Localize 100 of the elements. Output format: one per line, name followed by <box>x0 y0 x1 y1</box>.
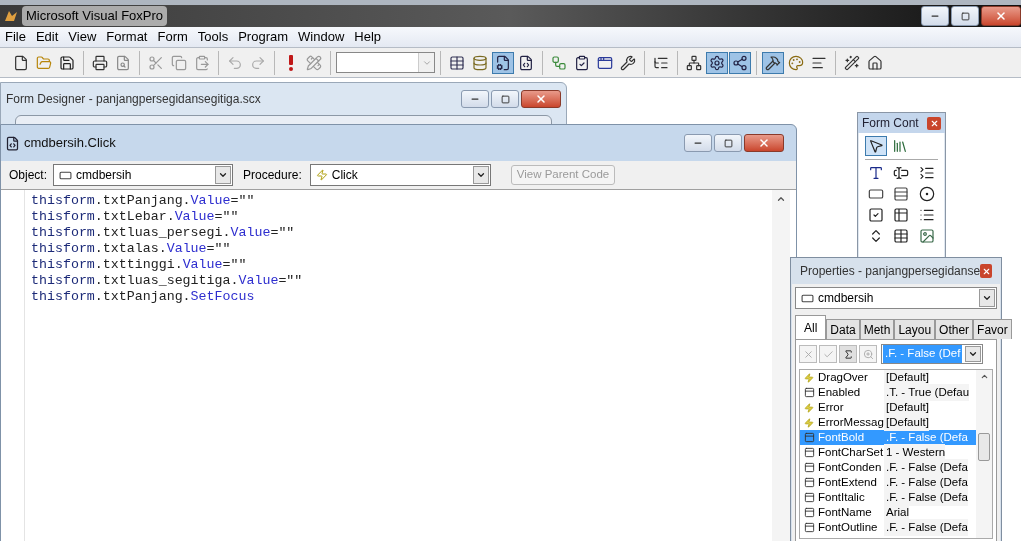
scrollbar[interactable] <box>772 190 790 541</box>
scroll-up-icon <box>776 194 786 204</box>
command-button-icon <box>868 186 884 202</box>
property-icon <box>803 387 815 398</box>
ruler-pencil-icon <box>306 54 322 71</box>
window-title: Microsoft Visual FoxPro <box>22 6 168 26</box>
close-button[interactable] <box>744 134 784 152</box>
diagram-icon <box>551 54 567 71</box>
fox-icon <box>4 9 18 23</box>
toolbar-button[interactable] <box>762 51 784 74</box>
toolbar-button[interactable] <box>706 51 728 74</box>
tab[interactable]: All <box>795 315 827 339</box>
window-title: Properties - panjangpersegidanse <box>800 263 981 280</box>
code-document-icon <box>5 135 20 151</box>
maximize-icon <box>723 138 733 148</box>
lightning-icon <box>804 402 814 413</box>
scroll-thumb[interactable] <box>978 433 990 461</box>
lightning-icon <box>315 169 328 181</box>
property-name: FontCharSet <box>818 444 884 460</box>
combo-box-icon <box>893 207 910 223</box>
object-dropdown[interactable]: cmdbersih <box>795 287 997 309</box>
cancel-icon <box>802 348 814 360</box>
share-icon <box>732 54 748 71</box>
window-title: Form Cont <box>862 115 919 132</box>
tab[interactable]: Layou <box>894 319 936 339</box>
maximize-icon <box>500 94 510 104</box>
property-value: .F. - False (Defa <box>884 518 968 537</box>
code-line: thisform.txtalas.Value="" <box>31 241 231 257</box>
property-name: FontExtend <box>818 474 878 490</box>
checklist-icon <box>574 54 590 71</box>
button-group-icon <box>893 186 910 202</box>
object-dropdown[interactable]: cmdbersih <box>53 164 233 186</box>
accept-icon <box>822 348 834 360</box>
window-title: cmdbersih.Click <box>24 134 116 153</box>
maximize-button[interactable] <box>714 134 742 152</box>
window-icon <box>597 54 613 71</box>
books-icon <box>892 138 908 154</box>
scrollbar[interactable] <box>976 370 992 538</box>
tab[interactable]: Other <box>935 319 974 339</box>
property-value: .F. - False (Defa <box>885 429 968 445</box>
toolbar-button[interactable] <box>729 51 751 74</box>
minimize-button[interactable] <box>684 134 712 152</box>
list-box-icon <box>918 207 935 223</box>
procedure-dropdown[interactable]: Click <box>309 164 491 186</box>
tab[interactable]: Meth <box>859 319 895 339</box>
close-button[interactable] <box>980 264 992 278</box>
minimize-button[interactable] <box>461 90 489 108</box>
function-icon <box>842 348 854 360</box>
control-tool-button[interactable] <box>865 136 887 156</box>
close-icon <box>995 10 1007 22</box>
property-name: FontBold <box>818 429 866 445</box>
property-name: FontName <box>818 504 873 520</box>
menu-item[interactable]: Program <box>233 27 294 47</box>
menu-item[interactable]: View <box>63 27 102 47</box>
tab[interactable]: Data <box>826 319 860 339</box>
minimize-button[interactable] <box>921 6 949 26</box>
menu-item[interactable]: Window <box>293 27 350 47</box>
menu-item[interactable]: Edit <box>30 27 64 47</box>
image-icon <box>918 228 935 244</box>
combo-box[interactable] <box>336 52 435 73</box>
property-name: FontOutline <box>818 519 879 535</box>
text-box-icon <box>893 165 910 181</box>
grid-icon <box>893 228 910 244</box>
folder-icon <box>36 54 52 71</box>
copy-icon <box>171 54 187 71</box>
property-name: Error <box>818 399 845 415</box>
property-row[interactable]: FontOutline .F. - False (Defa <box>800 520 976 535</box>
close-button[interactable] <box>927 116 941 130</box>
toolbar-button[interactable] <box>492 51 514 74</box>
menu-item[interactable]: File <box>0 27 31 47</box>
tab[interactable]: Favor <box>973 319 1012 339</box>
property-icon <box>803 477 815 488</box>
menu-item[interactable]: Tools <box>192 27 234 47</box>
property-icon <box>803 447 815 458</box>
property-row[interactable]: Enabled .T. - True (Defau <box>800 385 976 400</box>
redo-icon <box>250 54 266 71</box>
property-name: FontConden <box>818 459 883 475</box>
tool-button[interactable] <box>839 345 857 363</box>
close-button[interactable] <box>981 6 1021 26</box>
maximize-button[interactable] <box>951 6 979 26</box>
close-button[interactable] <box>521 90 561 108</box>
menu-item[interactable]: Help <box>349 27 387 47</box>
menu-item[interactable]: Format <box>101 27 153 47</box>
letter-icon <box>868 165 884 181</box>
checkbox-icon <box>868 207 884 223</box>
document-magnifier-icon <box>115 54 131 71</box>
scroll-up-icon <box>979 372 989 381</box>
hammer-icon <box>765 54 781 71</box>
menu-item[interactable]: Form <box>152 27 193 47</box>
code-document-icon <box>518 54 534 71</box>
property-icon <box>803 507 815 518</box>
property-row[interactable]: FontItalic .F. - False (Defa <box>800 490 976 505</box>
maximize-button[interactable] <box>491 90 519 108</box>
property-name: Enabled <box>818 384 862 400</box>
radio-icon <box>918 186 935 202</box>
settings-icon <box>709 54 725 71</box>
property-name: ErrorMessag <box>818 414 884 430</box>
wand-icon <box>844 54 860 71</box>
palette-icon <box>788 54 804 71</box>
property-name: DragOver <box>818 370 869 385</box>
